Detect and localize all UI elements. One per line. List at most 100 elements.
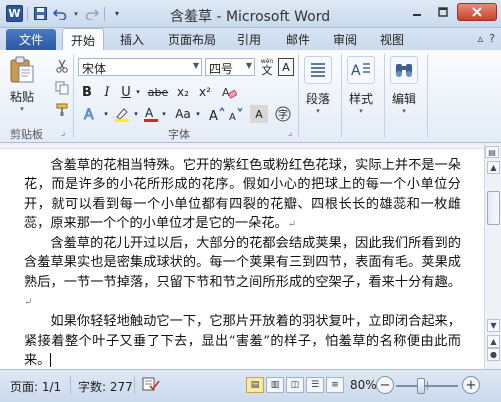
- text-effects-icon[interactable]: A: [80, 105, 102, 123]
- tab-home[interactable]: 开始: [62, 28, 105, 50]
- font-name-combo[interactable]: 宋体 ▼: [78, 58, 202, 76]
- zoom-slider-midmark: [427, 381, 428, 390]
- shrink-font-icon[interactable]: A: [228, 105, 244, 123]
- text-effects-dropdown-icon[interactable]: ▾: [102, 105, 110, 123]
- strikethrough-button[interactable]: abe: [146, 83, 170, 101]
- subscript-button[interactable]: x₂: [174, 83, 192, 101]
- phonetic-guide-button[interactable]: wén 文: [258, 58, 276, 76]
- paragraph-3[interactable]: 如果你轻轻地触动它一下，它那片开放着的羽状复叶，立即闭合起来，紧接着整个叶子又垂…: [24, 312, 461, 370]
- editing-button[interactable]: 编辑 ▾: [390, 56, 418, 115]
- page-top-edge: [0, 143, 484, 149]
- group-separator: [341, 54, 342, 138]
- status-separator: [134, 376, 135, 394]
- scroll-thumb[interactable]: [487, 191, 500, 225]
- maximize-icon[interactable]: [431, 3, 455, 21]
- undo-icon[interactable]: [52, 6, 68, 22]
- styles-label: 样式: [348, 92, 373, 106]
- undo-dropdown-icon[interactable]: ▾: [72, 6, 80, 22]
- minimize-icon[interactable]: [405, 3, 429, 21]
- paste-button[interactable]: 粘贴 ▾: [8, 56, 36, 113]
- tab-insert[interactable]: 插入: [120, 31, 144, 48]
- font-color-dropdown-icon[interactable]: ▾: [160, 105, 168, 123]
- font-launcher-icon[interactable]: ⌟: [288, 128, 292, 138]
- cut-icon[interactable]: [54, 58, 70, 74]
- customize-qat-icon[interactable]: ▾: [109, 6, 125, 22]
- document-body[interactable]: 含羞草的花相当特殊。它开的紫红色或粉红色花球，实际上并不是一朵花，而是许多的小花…: [24, 156, 461, 370]
- highlight-color-icon[interactable]: [112, 105, 132, 123]
- close-icon[interactable]: [457, 3, 497, 21]
- tab-file[interactable]: 文件: [6, 29, 56, 50]
- web-layout-icon[interactable]: ◫: [286, 377, 304, 393]
- text-cursor: [50, 353, 52, 368]
- status-separator: [70, 376, 71, 394]
- change-case-dropdown-icon[interactable]: ▾: [194, 105, 202, 123]
- bold-button[interactable]: B: [80, 83, 94, 101]
- select-browse-object-icon[interactable]: ●: [487, 348, 500, 361]
- word-app-icon[interactable]: W: [6, 5, 23, 22]
- editing-dropdown-icon: ▾: [402, 107, 406, 115]
- italic-button[interactable]: I: [100, 83, 114, 101]
- scroll-up-icon[interactable]: ▲: [487, 161, 500, 174]
- page-count[interactable]: 页面: 1/1: [10, 378, 61, 395]
- underline-button[interactable]: U: [119, 83, 133, 101]
- tab-references[interactable]: 引用: [237, 31, 261, 48]
- previous-page-icon[interactable]: ▲: [487, 335, 500, 348]
- change-case-button[interactable]: Aa: [172, 105, 194, 123]
- qat-separator: [104, 6, 105, 21]
- paragraph-2[interactable]: 含羞草的花儿开过以后，大部分的花都会结成荚果，因此我们所看到的含羞草果实也是密集…: [24, 234, 461, 312]
- zoom-slider-thumb[interactable]: [416, 378, 425, 394]
- styles-button[interactable]: A 样式 ▾: [347, 56, 375, 115]
- format-painter-icon[interactable]: [54, 102, 70, 118]
- outline-view-icon[interactable]: ☰: [306, 377, 324, 393]
- zoom-out-icon[interactable]: −: [376, 376, 394, 394]
- clear-formatting-icon[interactable]: A: [220, 83, 238, 101]
- vertical-scrollbar[interactable]: ▲ ▼ ▲ ●: [484, 143, 501, 369]
- paragraph-dropdown-icon: ▾: [316, 107, 320, 115]
- font-color-icon[interactable]: A: [142, 105, 160, 123]
- enclose-chars-icon[interactable]: 字: [274, 105, 292, 123]
- group-separator: [427, 54, 428, 138]
- word-count[interactable]: 字数: 277: [78, 378, 133, 395]
- svg-text:A: A: [229, 112, 236, 121]
- draft-view-icon[interactable]: ≡: [326, 377, 344, 393]
- full-screen-reading-icon[interactable]: ▥: [266, 377, 284, 393]
- redo-icon[interactable]: [84, 6, 100, 22]
- group-separator: [298, 54, 299, 138]
- proofing-icon[interactable]: [142, 376, 160, 395]
- clipboard-launcher-icon[interactable]: ⌟: [61, 128, 65, 138]
- tab-mailings[interactable]: 邮件: [286, 31, 310, 48]
- tab-view[interactable]: 视图: [380, 31, 404, 48]
- grow-font-icon[interactable]: A: [208, 105, 226, 123]
- binoculars-icon: [390, 56, 418, 84]
- underline-dropdown-icon[interactable]: ▾: [134, 83, 142, 101]
- tab-review[interactable]: 审阅: [333, 31, 357, 48]
- font-size-combo[interactable]: 四号 ▼: [205, 58, 255, 76]
- paste-dropdown-icon[interactable]: ▾: [20, 105, 24, 113]
- char-shading-icon[interactable]: A: [250, 105, 268, 123]
- superscript-button[interactable]: x²: [196, 83, 214, 101]
- ribbon-home: 粘贴 ▾ 剪贴板 ⌟ 宋体 ▼ 四号 ▼ wén 文 A B I U ▾ abe…: [0, 50, 501, 143]
- tab-page-layout[interactable]: 页面布局: [168, 31, 216, 48]
- zoom-in-icon[interactable]: +: [462, 376, 480, 394]
- scroll-down-icon[interactable]: ▼: [487, 319, 500, 332]
- minimize-ribbon-icon[interactable]: ▵: [478, 32, 484, 45]
- char-border-button[interactable]: A: [278, 58, 294, 76]
- font-group-label: 字体: [168, 128, 190, 141]
- paragraph-button[interactable]: 段落 ▾: [304, 56, 332, 115]
- help-icon[interactable]: ?: [489, 32, 495, 45]
- view-ruler-icon[interactable]: ▤: [485, 146, 499, 158]
- highlight-dropdown-icon[interactable]: ▾: [132, 105, 140, 123]
- ribbon-controls: ▵ ?: [478, 32, 495, 45]
- quick-access-toolbar: W ▾ ▾: [6, 5, 125, 22]
- paragraph-icon: [304, 56, 332, 84]
- zoom-level[interactable]: 80%: [350, 378, 377, 392]
- print-layout-view-icon[interactable]: ▤: [246, 377, 264, 393]
- paragraph-1[interactable]: 含羞草的花相当特殊。它开的紫红色或粉红色花球，实际上并不是一朵花，而是许多的小花…: [24, 156, 461, 234]
- editing-label: 编辑: [391, 92, 416, 106]
- save-icon[interactable]: [32, 6, 48, 22]
- group-separator: [384, 54, 385, 138]
- group-separator: [73, 54, 74, 138]
- svg-text:A: A: [222, 86, 230, 99]
- copy-icon[interactable]: [54, 80, 70, 96]
- paste-label: 粘贴: [9, 90, 34, 104]
